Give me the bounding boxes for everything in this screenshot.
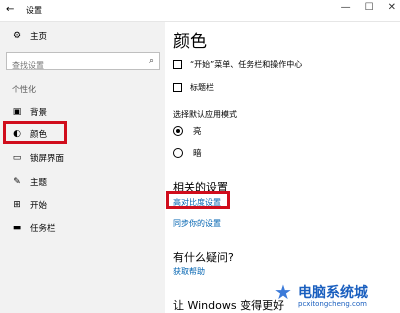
question-heading: 有什么疑问? xyxy=(173,251,234,264)
checkbox-label: 标题栏 xyxy=(190,83,214,92)
sync-settings-link[interactable]: 同步你的设置 xyxy=(173,218,221,229)
brush-icon: ✎ xyxy=(13,177,21,187)
radio-dark[interactable]: 暗 xyxy=(173,147,202,159)
search-icon[interactable]: ⌕ xyxy=(149,56,154,66)
highlight-box-colors xyxy=(3,121,67,144)
sidebar-item-label: 锁屏界面 xyxy=(30,154,65,164)
checkbox-box[interactable] xyxy=(173,83,182,92)
search-box[interactable]: ⌕ xyxy=(6,52,160,74)
minimize-icon[interactable]: — xyxy=(341,2,351,13)
monitor-icon: ▭ xyxy=(12,153,22,163)
sidebar: ⚙ 主页 ⌕ 个性化 ▣ 背景 ◐ 颜色 ▭ 锁屏界面 ✎ 主题 ⊞ 开始 ▬ … xyxy=(0,22,165,313)
checkbox-title-bar[interactable]: 标题栏 xyxy=(173,82,214,93)
title-bar: ← 设置 — ☐ ✕ xyxy=(0,0,400,22)
close-icon[interactable]: ✕ xyxy=(388,2,396,13)
watermark-logo: ★ 电脑系统城 pcxitongcheng.com xyxy=(272,280,398,312)
checkbox-label: “开始”菜单、任务栏和操作中心 xyxy=(190,60,303,69)
app-mode-label: 选择默认应用模式 xyxy=(173,110,237,119)
sidebar-item-background[interactable]: ▣ 背景 xyxy=(12,106,47,118)
sidebar-item-taskbar[interactable]: ▬ 任务栏 xyxy=(12,222,56,234)
start-icon: ⊞ xyxy=(13,200,21,210)
improve-heading: 让 Windows 变得更好 xyxy=(173,299,285,312)
sidebar-item-label: 主题 xyxy=(30,178,48,188)
sidebar-item-start[interactable]: ⊞ 开始 xyxy=(12,199,47,211)
window-controls: — ☐ ✕ xyxy=(341,2,396,13)
sidebar-item-lock-screen[interactable]: ▭ 锁屏界面 xyxy=(12,152,64,164)
get-help-link[interactable]: 获取帮助 xyxy=(173,266,205,277)
checkbox-box[interactable] xyxy=(173,60,182,69)
page-title: 颜色 xyxy=(173,32,207,52)
sidebar-item-label: 开始 xyxy=(30,201,48,211)
radio-button[interactable] xyxy=(173,126,183,136)
radio-button[interactable] xyxy=(173,148,183,158)
radio-label: 亮 xyxy=(193,127,202,137)
radio-label: 暗 xyxy=(193,149,202,159)
main-content: 颜色 “开始”菜单、任务栏和操作中心 标题栏 选择默认应用模式 亮 暗 相关的设… xyxy=(165,22,400,313)
checkbox-start-taskbar[interactable]: “开始”菜单、任务栏和操作中心 xyxy=(173,59,302,70)
sidebar-item-label: 主页 xyxy=(30,32,48,42)
star-logo-icon: ★ xyxy=(274,280,292,304)
section-label: 个性化 xyxy=(12,85,36,94)
watermark-url: pcxitongcheng.com xyxy=(298,300,367,308)
sidebar-item-themes[interactable]: ✎ 主题 xyxy=(12,176,47,188)
gear-icon: ⚙ xyxy=(12,31,22,41)
maximize-icon[interactable]: ☐ xyxy=(365,2,374,13)
sidebar-item-label: 任务栏 xyxy=(30,224,56,234)
search-input[interactable] xyxy=(7,57,137,74)
back-arrow-icon[interactable]: ← xyxy=(6,4,14,15)
highlight-box-high-contrast xyxy=(166,191,230,209)
picture-icon: ▣ xyxy=(12,107,22,117)
watermark-title: 电脑系统城 xyxy=(298,285,368,301)
window-title: 设置 xyxy=(26,6,42,15)
sidebar-item-label: 背景 xyxy=(30,108,48,118)
taskbar-icon: ▬ xyxy=(12,223,22,233)
sidebar-item-home[interactable]: ⚙ 主页 xyxy=(12,30,47,42)
radio-light[interactable]: 亮 xyxy=(173,125,202,137)
